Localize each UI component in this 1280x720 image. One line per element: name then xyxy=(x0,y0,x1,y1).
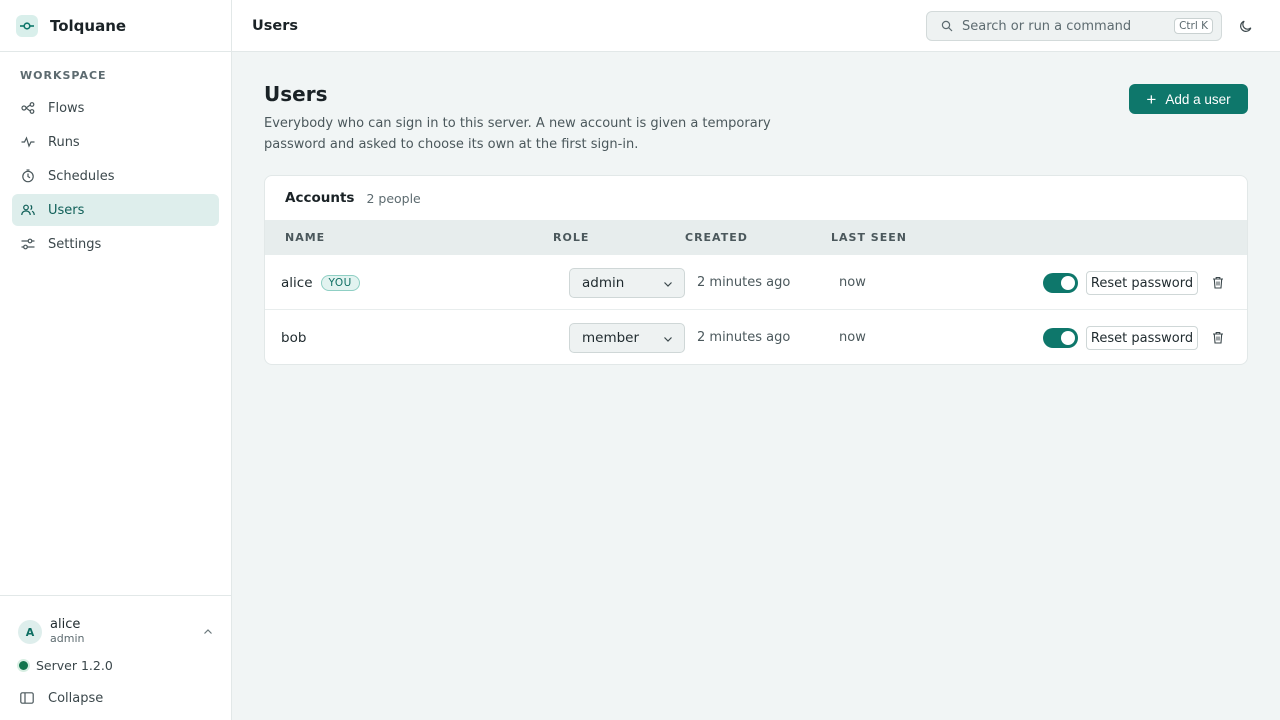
search-input[interactable]: Search or run a command Ctrl K xyxy=(926,11,1222,41)
sidebar-item-label: Users xyxy=(48,202,85,218)
app-logo-icon xyxy=(16,14,38,37)
sidebar-nav: Flows Runs Schedules Users Settings xyxy=(0,92,231,260)
chevron-down-icon xyxy=(662,333,674,345)
sidebar-panel-icon xyxy=(20,692,36,704)
user-name: bob xyxy=(281,329,307,346)
avatar: A xyxy=(18,620,42,644)
last-seen-cell: now xyxy=(839,330,866,345)
app-name: Tolquane xyxy=(50,16,127,35)
column-header-role: ROLE xyxy=(553,231,590,244)
server-status: Server 1.2.0 xyxy=(0,654,231,676)
sidebar-footer: A alice admin Server 1.2.0 Collapse xyxy=(0,595,231,720)
table-row: bob member 2 minutes ago now Reset passw… xyxy=(265,310,1247,364)
user-name: alice xyxy=(50,617,81,632)
topbar-title: Users xyxy=(252,17,299,34)
name-cell: alice YOU xyxy=(281,255,360,310)
created-cell: 2 minutes ago xyxy=(697,330,791,345)
accounts-card: Accounts 2 people NAME ROLE CREATED LAST… xyxy=(264,175,1248,365)
trash-icon[interactable] xyxy=(1211,329,1225,345)
activity-icon xyxy=(21,135,35,149)
table-header: NAME ROLE CREATED LAST SEEN xyxy=(265,220,1247,255)
toggle-knob xyxy=(1061,276,1075,290)
section-label-workspace: WORKSPACE xyxy=(20,69,107,82)
shortcut-hint: Ctrl K xyxy=(1174,18,1213,34)
user-menu[interactable]: A alice admin xyxy=(0,596,231,654)
column-header-name: NAME xyxy=(285,231,326,244)
accounts-count: 2 people xyxy=(366,190,421,206)
sidebar-item-flows[interactable]: Flows xyxy=(12,92,219,124)
you-badge: YOU xyxy=(320,274,360,291)
account-enabled-toggle[interactable] xyxy=(1043,273,1078,293)
role-value: admin xyxy=(582,275,625,291)
add-user-label: Add a user xyxy=(1165,91,1231,107)
sidebar-item-runs[interactable]: Runs xyxy=(12,126,219,158)
theme-toggle-moon-icon[interactable] xyxy=(1236,16,1256,36)
sidebar-item-label: Runs xyxy=(48,134,80,150)
server-version: Server 1.2.0 xyxy=(36,657,113,673)
add-user-button[interactable]: + Add a user xyxy=(1129,84,1248,114)
brand[interactable]: Tolquane xyxy=(0,0,231,52)
sidebar-item-label: Settings xyxy=(48,236,102,252)
plus-icon: + xyxy=(1146,89,1157,109)
collapse-button[interactable]: Collapse xyxy=(0,682,231,714)
sidebar: Tolquane WORKSPACE Flows Runs Schedules xyxy=(0,0,232,720)
user-name: alice xyxy=(281,274,313,291)
clock-icon xyxy=(21,169,35,183)
name-cell: bob xyxy=(281,310,307,364)
accounts-title: Accounts xyxy=(285,190,355,206)
main-content: Users Everybody who can sign in to this … xyxy=(232,52,1280,720)
collapse-label: Collapse xyxy=(48,690,104,706)
page-title: Users xyxy=(264,82,328,106)
status-dot-icon xyxy=(19,660,28,670)
topbar: Users Search or run a command Ctrl K xyxy=(232,0,1280,52)
role-select[interactable]: member xyxy=(569,323,685,353)
search-placeholder: Search or run a command xyxy=(962,18,1132,34)
sidebar-item-schedules[interactable]: Schedules xyxy=(12,160,219,192)
page-description: Everybody who can sign in to this server… xyxy=(264,116,771,152)
sidebar-item-users[interactable]: Users xyxy=(12,194,219,226)
chevron-down-icon xyxy=(662,278,674,290)
user-role: admin xyxy=(50,632,85,645)
toggle-knob xyxy=(1061,331,1075,345)
table-row: alice YOU admin 2 minutes ago now Reset … xyxy=(265,255,1247,310)
users-icon xyxy=(21,203,35,217)
flows-icon xyxy=(21,101,35,115)
user-meta: alice admin xyxy=(50,618,201,646)
last-seen-cell: now xyxy=(839,275,866,290)
trash-icon[interactable] xyxy=(1211,274,1225,290)
reset-password-button[interactable]: Reset password xyxy=(1086,271,1198,295)
role-select[interactable]: admin xyxy=(569,268,685,298)
sidebar-item-label: Flows xyxy=(48,100,85,116)
accounts-header: Accounts 2 people xyxy=(265,176,1247,220)
account-enabled-toggle[interactable] xyxy=(1043,328,1078,348)
reset-password-button[interactable]: Reset password xyxy=(1086,326,1198,350)
role-value: member xyxy=(582,330,640,346)
search-icon xyxy=(941,20,953,32)
column-header-created: CREATED xyxy=(685,231,748,244)
sliders-icon xyxy=(21,237,35,251)
chevron-up-icon[interactable] xyxy=(201,625,215,639)
created-cell: 2 minutes ago xyxy=(697,275,791,290)
column-header-last-seen: LAST SEEN xyxy=(831,231,907,244)
sidebar-item-settings[interactable]: Settings xyxy=(12,228,219,260)
sidebar-item-label: Schedules xyxy=(48,168,115,184)
